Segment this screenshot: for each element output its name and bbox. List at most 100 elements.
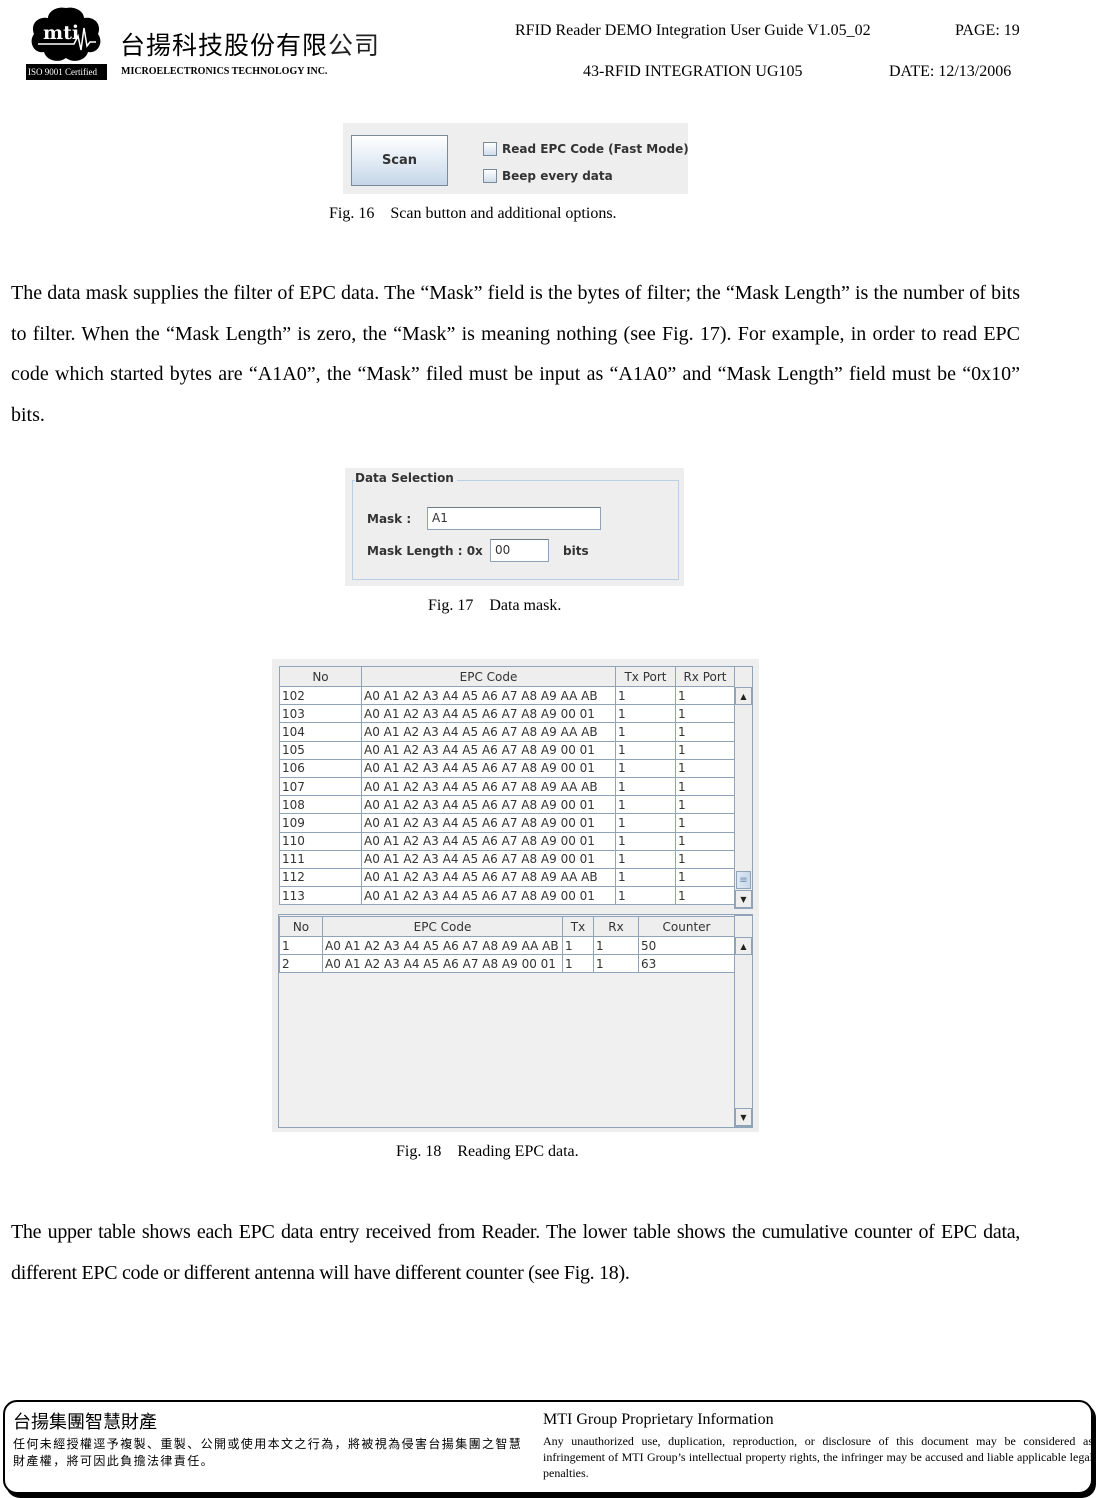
scroll-up-icon[interactable]: ▲ <box>735 687 752 705</box>
table-cell: 1 <box>562 954 594 974</box>
epc-entry-row[interactable]: 112 A0 A1 A2 A3 A4 A5 A6 A7 A8 A9 AA AB 1 1 <box>279 867 735 888</box>
lower-table-scrollbar[interactable]: ▲ ▼ <box>734 915 753 1127</box>
epc-entry-row[interactable]: 111 A0 A1 A2 A3 A4 A5 A6 A7 A8 A9 00 01 1 1 <box>279 849 735 869</box>
table-cell: 102 <box>279 685 362 706</box>
beep-checkbox[interactable] <box>483 169 497 183</box>
table-cell: 1 <box>615 685 676 706</box>
epc-entry-row[interactable]: 108 A0 A1 A2 A3 A4 A5 A6 A7 A8 A9 00 01 1 1 <box>279 795 735 815</box>
table-cell: 1 <box>675 795 735 815</box>
table-cell: 1 <box>615 886 676 906</box>
column-header[interactable]: No <box>279 916 323 937</box>
scan-options-panel: Scan Read EPC Code (Fast Mode) Beep ever… <box>343 123 689 194</box>
table-cell: 1 <box>675 722 735 742</box>
table-cell: 1 <box>615 831 676 851</box>
table-cell: 110 <box>279 831 362 851</box>
table-cell: 1 <box>675 813 735 833</box>
table-cell: A0 A1 A2 A3 A4 A5 A6 A7 A8 A9 00 01 <box>361 795 616 815</box>
table-cell: A0 A1 A2 A3 A4 A5 A6 A7 A8 A9 00 01 <box>361 758 616 778</box>
table-cell: 1 <box>615 813 676 833</box>
column-header[interactable]: Tx <box>562 916 594 937</box>
column-header[interactable]: EPC Code <box>322 916 563 937</box>
table-cell: 63 <box>638 954 735 974</box>
table-cell: 108 <box>279 795 362 815</box>
document-number: 43-RFID INTEGRATION UG105 <box>583 63 803 80</box>
column-header[interactable]: Tx Port <box>615 666 676 687</box>
table-cell: A0 A1 A2 A3 A4 A5 A6 A7 A8 A9 00 01 <box>361 886 616 906</box>
table-cell: 1 <box>562 935 594 956</box>
fast-mode-option[interactable]: Read EPC Code (Fast Mode) <box>483 142 689 156</box>
table-cell: 1 <box>615 704 676 724</box>
table-cell: 1 <box>593 935 639 956</box>
bits-label: bits <box>563 544 589 558</box>
scroll-down-icon[interactable]: ▼ <box>735 890 752 908</box>
epc-entry-row[interactable]: 106 A0 A1 A2 A3 A4 A5 A6 A7 A8 A9 00 01 1 1 <box>279 758 735 778</box>
beep-label: Beep every data <box>502 169 613 183</box>
table-cell: A0 A1 A2 A3 A4 A5 A6 A7 A8 A9 00 01 <box>361 704 616 724</box>
epc-counter-table: No EPC Code Tx Rx Counter 1 A0 A1 A2 A3 A4 A5… <box>279 916 735 974</box>
column-header[interactable]: EPC Code <box>361 666 616 687</box>
table-cell: A0 A1 A2 A3 A4 A5 A6 A7 A8 A9 00 01 <box>361 831 616 851</box>
footer-en-title: MTI Group Proprietary Information <box>543 1411 774 1428</box>
table-cell: A0 A1 A2 A3 A4 A5 A6 A7 A8 A9 00 01 <box>361 813 616 833</box>
mask-label: Mask : <box>367 512 412 526</box>
table-cell: 1 <box>675 776 735 797</box>
fast-mode-checkbox[interactable] <box>483 142 497 156</box>
table-cell: 103 <box>279 704 362 724</box>
mask-length-label: Mask Length : 0x <box>367 544 483 558</box>
table-cell: 1 <box>615 849 676 869</box>
epc-entry-row[interactable]: 105 A0 A1 A2 A3 A4 A5 A6 A7 A8 A9 00 01 1 1 <box>279 740 735 760</box>
epc-entry-row[interactable]: 103 A0 A1 A2 A3 A4 A5 A6 A7 A8 A9 00 01 1 1 <box>279 704 735 724</box>
scroll-thumb[interactable]: ≡ <box>736 871 751 889</box>
epc-entry-row[interactable]: 104 A0 A1 A2 A3 A4 A5 A6 A7 A8 A9 AA AB 1 1 <box>279 722 735 742</box>
scroll-up-icon[interactable]: ▲ <box>735 937 752 955</box>
epc-entry-row[interactable]: 109 A0 A1 A2 A3 A4 A5 A6 A7 A8 A9 00 01 1 1 <box>279 813 735 833</box>
column-header[interactable]: Rx Port <box>675 666 735 687</box>
data-selection-title: Data Selection <box>355 471 457 485</box>
epc-counter-row[interactable]: 2 A0 A1 A2 A3 A4 A5 A6 A7 A8 A9 00 01 1 1 63 <box>279 954 735 974</box>
epc-entry-row[interactable]: 110 A0 A1 A2 A3 A4 A5 A6 A7 A8 A9 00 01 1 1 <box>279 831 735 851</box>
mask-input[interactable]: A1 <box>427 507 601 530</box>
table-cell: 50 <box>638 935 735 956</box>
table-cell: 1 <box>615 722 676 742</box>
table-cell: 1 <box>675 831 735 851</box>
epc-counter-row[interactable]: 1 A0 A1 A2 A3 A4 A5 A6 A7 A8 A9 AA AB 1 1 50 <box>279 935 735 956</box>
table-cell: A0 A1 A2 A3 A4 A5 A6 A7 A8 A9 AA AB <box>361 776 616 797</box>
scan-button[interactable]: Scan <box>351 135 448 186</box>
table-cell: 1 <box>675 886 735 906</box>
epc-data-panel: No EPC Code Tx Port Rx Port 102 A0 A1 A2 A3 … <box>272 659 759 1132</box>
table-cell: 1 <box>615 776 676 797</box>
company-name-en: MICROELECTRONICS TECHNOLOGY INC. <box>121 66 328 77</box>
scroll-down-icon[interactable]: ▼ <box>735 1108 752 1126</box>
table-cell: 1 <box>675 740 735 760</box>
epc-entry-row[interactable]: 102 A0 A1 A2 A3 A4 A5 A6 A7 A8 A9 AA AB 1 1 <box>279 685 735 706</box>
data-selection-panel: Data Selection Mask : A1 Mask Length : 0… <box>345 468 684 586</box>
table-cell: 113 <box>279 886 362 906</box>
mti-logo-icon: mti <box>31 7 101 61</box>
beep-option[interactable]: Beep every data <box>483 169 613 183</box>
table-cell: 1 <box>675 849 735 869</box>
company-name-zh: 台揚科技股份有限公司 <box>120 26 380 62</box>
table-cell: A0 A1 A2 A3 A4 A5 A6 A7 A8 A9 AA AB <box>361 685 616 706</box>
table-cell: 1 <box>675 867 735 888</box>
footer-en-body: Any unauthorized use, duplication, repro… <box>543 1434 1093 1480</box>
table-cell: 104 <box>279 722 362 742</box>
epc-entry-row[interactable]: 107 A0 A1 A2 A3 A4 A5 A6 A7 A8 A9 AA AB 1 1 <box>279 776 735 797</box>
table-cell: 2 <box>279 954 323 974</box>
column-header[interactable]: Rx <box>593 916 639 937</box>
column-header[interactable]: No <box>279 666 362 687</box>
table-cell: 107 <box>279 776 362 797</box>
footer-zh-title: 台揚集團智慧財產 <box>13 1412 157 1433</box>
table-cell: 105 <box>279 740 362 760</box>
data-selection-group <box>352 480 679 580</box>
svg-text:mti: mti <box>43 22 79 44</box>
table-cell: 111 <box>279 849 362 869</box>
paragraph-data-mask: The data mask supplies the filter of EPC… <box>11 282 1020 426</box>
upper-table-scrollbar[interactable]: ▲ ≡ ▼ <box>734 666 753 909</box>
epc-entry-row[interactable]: 113 A0 A1 A2 A3 A4 A5 A6 A7 A8 A9 00 01 1 1 <box>279 886 735 906</box>
company-name-zh-suffix: 公司 <box>328 31 381 60</box>
fast-mode-label: Read EPC Code (Fast Mode) <box>502 142 689 156</box>
mask-length-input[interactable]: 00 <box>490 539 549 562</box>
column-header[interactable]: Counter <box>638 916 735 937</box>
proprietary-footer: 台揚集團智慧財產 任何未經授權逕予複製、重製、公開或使用本文之行為，將被視為侵害… <box>3 1400 1093 1494</box>
table-cell: A0 A1 A2 A3 A4 A5 A6 A7 A8 A9 00 01 <box>361 849 616 869</box>
